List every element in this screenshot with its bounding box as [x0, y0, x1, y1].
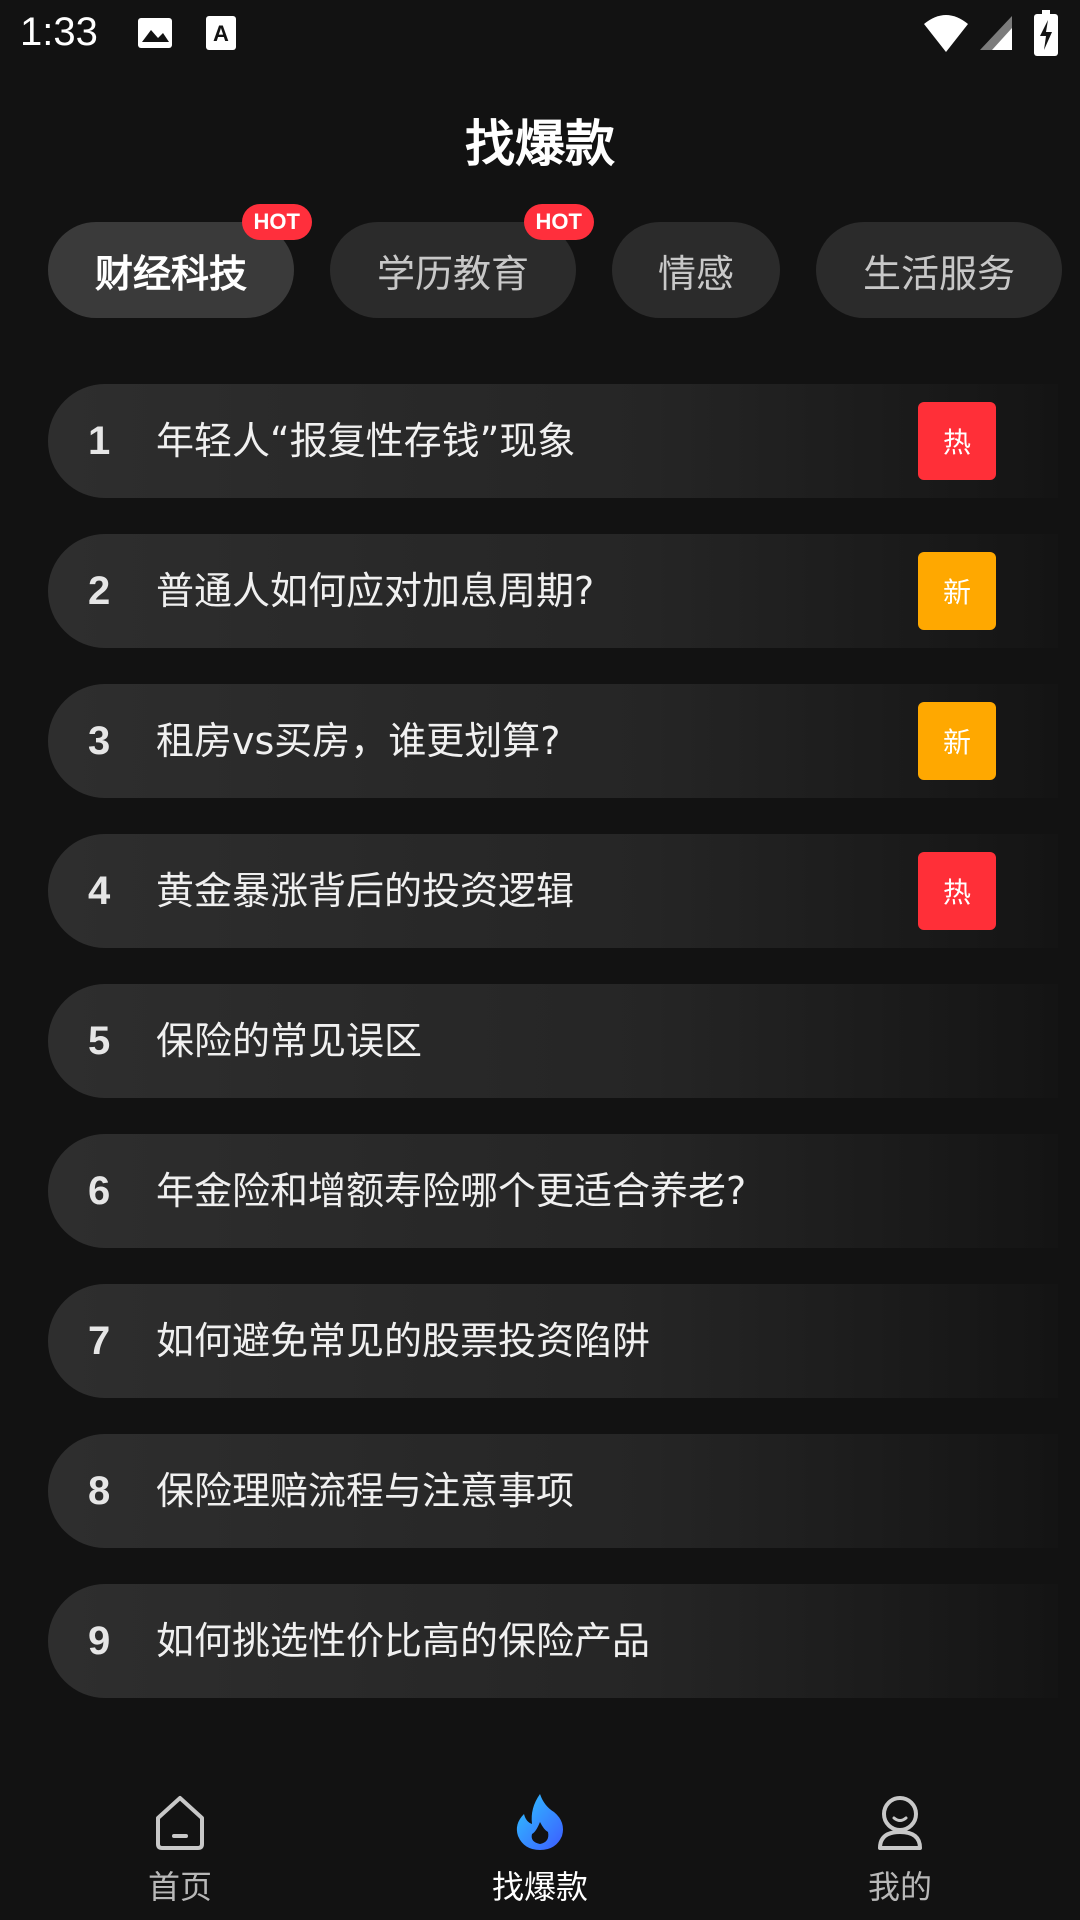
item-title: 年金险和增额寿险哪个更适合养老? — [156, 1169, 747, 1213]
battery-icon — [1034, 10, 1058, 60]
svg-text:A: A — [213, 21, 229, 46]
list-item[interactable]: 1 年轻人“报复性存钱”现象 热 — [48, 384, 1058, 498]
list-item[interactable]: 8 保险理赔流程与注意事项 — [48, 1434, 1058, 1548]
item-title: 年轻人“报复性存钱”现象 — [156, 419, 576, 463]
nav-profile[interactable]: 我的 — [800, 1770, 1000, 1920]
page-title: 找爆款 — [465, 115, 615, 173]
category-tabs: 财经科技 HOT 学历教育 HOT 情感 生活服务 — [0, 204, 1080, 318]
tab-life-service[interactable]: 生活服务 — [816, 222, 1062, 318]
status-time: 1:33 — [20, 10, 98, 54]
tab-label: 生活服务 — [862, 251, 1015, 296]
item-rank: 9 — [88, 1619, 111, 1663]
item-title: 如何挑选性价比高的保险产品 — [156, 1619, 651, 1663]
list-item[interactable]: 7 如何避免常见的股票投资陷阱 — [48, 1284, 1058, 1398]
bottom-nav: 首页 找爆款 我的 — [0, 1770, 1080, 1920]
tab-emotion[interactable]: 情感 — [612, 222, 780, 318]
tab-label: 学历教育 — [376, 251, 529, 296]
tab-finance-tech[interactable]: 财经科技 HOT — [48, 204, 312, 318]
list-item[interactable]: 6 年金险和增额寿险哪个更适合养老? — [48, 1134, 1058, 1248]
item-title: 保险理赔流程与注意事项 — [156, 1469, 575, 1513]
item-rank: 2 — [88, 569, 111, 613]
item-rank: 5 — [88, 1019, 111, 1063]
tab-label: 财经科技 — [94, 251, 247, 296]
hot-tag: 热 — [918, 402, 996, 480]
item-title: 租房vs买房，谁更划算? — [156, 719, 561, 763]
new-tag: 新 — [918, 702, 996, 780]
item-rank: 3 — [88, 719, 111, 763]
wifi-icon — [922, 12, 970, 58]
tab-education[interactable]: 学历教育 HOT — [330, 204, 594, 318]
item-rank: 8 — [88, 1469, 111, 1513]
hot-tag: 热 — [918, 852, 996, 930]
list-item[interactable]: 4 黄金暴涨背后的投资逻辑 热 — [48, 834, 1058, 948]
item-rank: 4 — [88, 869, 111, 913]
flame-icon — [510, 1792, 570, 1852]
home-icon — [150, 1792, 210, 1852]
hot-badge: HOT — [241, 204, 312, 240]
nav-label: 首页 — [147, 1868, 212, 1906]
list-item[interactable]: 2 普通人如何应对加息周期? 新 — [48, 534, 1058, 648]
status-bar: 1:33 A — [0, 0, 1080, 72]
profile-icon — [870, 1792, 930, 1852]
nav-find-hits[interactable]: 找爆款 — [440, 1770, 640, 1920]
image-icon — [136, 14, 174, 56]
tab-label: 情感 — [657, 251, 734, 296]
item-rank: 7 — [88, 1319, 111, 1363]
item-rank: 1 — [88, 419, 111, 463]
list-item[interactable]: 9 如何挑选性价比高的保险产品 — [48, 1584, 1058, 1698]
list-item[interactable]: 5 保险的常见误区 — [48, 984, 1058, 1098]
nav-label: 找爆款 — [491, 1868, 588, 1906]
nav-home[interactable]: 首页 — [80, 1770, 280, 1920]
signal-icon — [978, 14, 1014, 56]
nav-label: 我的 — [867, 1868, 932, 1906]
list-item[interactable]: 3 租房vs买房，谁更划算? 新 — [48, 684, 1058, 798]
item-title: 如何避免常见的股票投资陷阱 — [156, 1319, 651, 1363]
item-title: 普通人如何应对加息周期? — [156, 569, 595, 613]
item-rank: 6 — [88, 1169, 111, 1213]
a-letter-icon: A — [204, 14, 238, 56]
new-tag: 新 — [918, 552, 996, 630]
item-title: 保险的常见误区 — [156, 1019, 423, 1063]
hot-badge: HOT — [523, 204, 594, 240]
item-title: 黄金暴涨背后的投资逻辑 — [156, 869, 575, 913]
